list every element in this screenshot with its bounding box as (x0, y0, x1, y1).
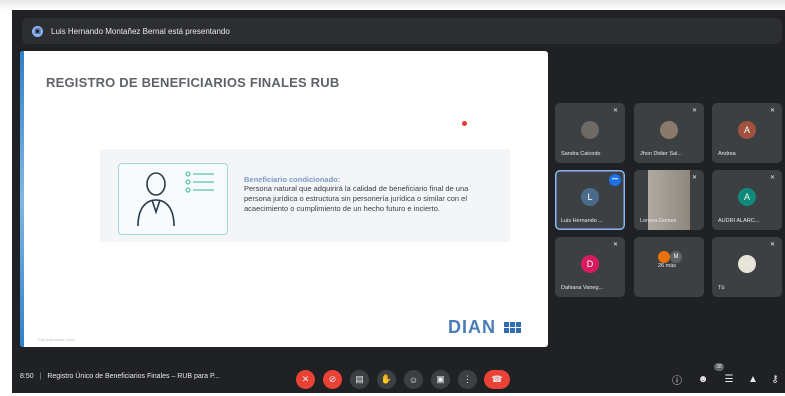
slide-footer: Sub Impuestos Guía (38, 337, 75, 342)
definition-text: Persona natural que adquirirá la calidad… (244, 184, 469, 213)
avatar: A (738, 121, 756, 139)
participant-tile-active[interactable]: ••• L Luis Hernando ... (555, 170, 625, 230)
hand-icon: ✋ (380, 374, 393, 384)
presenter-text: Luis Hernando Montañez Bernal está prese… (51, 26, 230, 36)
people-button[interactable]: ☻ (696, 372, 710, 386)
participant-name: Sandra Caicedo (561, 151, 601, 157)
captions-icon: ▤ (355, 374, 364, 384)
chat-icon: ☰ (724, 373, 734, 385)
more-options-button[interactable]: ⋮ (458, 370, 477, 389)
activities-button[interactable]: ▲ (746, 372, 760, 386)
avatar (660, 121, 678, 139)
avatar: A (738, 188, 756, 206)
meet-window: ▣ Luis Hernando Montañez Bernal está pre… (12, 10, 785, 393)
presenter-banner: ▣ Luis Hernando Montañez Bernal está pre… (22, 18, 782, 44)
lock-icon: ⚷ (771, 373, 779, 385)
dian-logo-text: DIAN (448, 317, 496, 337)
camera-toggle-button[interactable]: ⊘ (323, 370, 342, 389)
window-edge (0, 0, 785, 10)
present-screen-icon: ▣ (32, 25, 43, 37)
meeting-details-button[interactable]: ⓘ (670, 372, 684, 387)
dian-logo: DIAN (448, 317, 521, 338)
mic-off-icon: ✕ (770, 175, 776, 181)
slide-title: REGISTRO DE BENEFICIARIOS FINALES RUB (46, 75, 340, 90)
dian-logo-mark (504, 322, 521, 333)
more-vert-icon: ⋮ (463, 374, 472, 384)
participant-tile[interactable]: ✕ D Dahiana Vaneg... (555, 237, 625, 297)
participant-count-badge: 38 (714, 363, 724, 371)
participant-name: Tú (718, 285, 725, 291)
participant-name: Dahiana Vaneg... (561, 285, 604, 291)
others-count: 26 más (658, 263, 677, 269)
mic-off-icon: ✕ (770, 242, 776, 248)
participant-tile[interactable]: ✕ Sandra Caicedo (555, 103, 625, 163)
mic-toggle-button[interactable]: ✕ (296, 370, 315, 389)
camera-off-icon: ⊘ (328, 374, 337, 384)
participant-name: AUDRI ALARC... (718, 218, 760, 224)
participant-name: Jhon Didier Sal... (640, 151, 682, 157)
avatar (738, 255, 756, 273)
avatar (658, 251, 670, 263)
emoji-icon: ☺ (408, 374, 419, 385)
reactions-button[interactable]: ☺ (404, 370, 423, 389)
person-profile-icon (137, 171, 214, 227)
participant-name: Lorena Gomez (640, 218, 677, 224)
mic-off-icon: ✕ (770, 108, 776, 114)
self-tile[interactable]: ✕ Tú (712, 237, 782, 297)
more-options-icon[interactable]: ••• (609, 174, 621, 186)
raise-hand-button[interactable]: ✋ (377, 370, 396, 389)
mic-off-icon: ✕ (613, 242, 619, 248)
host-controls-button[interactable]: ⚷ (768, 372, 782, 386)
presentation-slide: REGISTRO DE BENEFICIARIOS FINALES RUB Be… (20, 51, 548, 347)
mic-off-icon: ✕ (692, 175, 698, 181)
laser-pointer (462, 121, 467, 126)
avatar: D (581, 255, 599, 273)
definition-title: Beneficiario condicionado: (244, 175, 341, 184)
participant-tile[interactable]: ✕ Jhon Didier Sal... (634, 103, 704, 163)
participant-tile[interactable]: ✕ A AUDRI ALARC... (712, 170, 782, 230)
slide-accent-bar (20, 51, 24, 347)
participant-name: Andrea (718, 151, 736, 157)
meeting-title: Registro Único de Beneficiarios Finales … (47, 373, 220, 380)
info-icon: ⓘ (672, 375, 682, 387)
participant-tile[interactable]: ✕ A Andrea (712, 103, 782, 163)
present-button[interactable]: ▣ (431, 370, 450, 389)
avatar: L (581, 188, 599, 206)
people-icon: ☻ (697, 373, 709, 385)
present-icon: ▣ (436, 374, 445, 384)
chat-button[interactable]: ☰ (722, 372, 736, 386)
mic-off-icon: ✕ (301, 374, 310, 384)
hangup-icon: ☎ (491, 374, 503, 384)
avatar (581, 121, 599, 139)
avatar: M (670, 251, 682, 263)
participant-name: Luis Hernando ... (561, 218, 603, 224)
participant-tile-video[interactable]: ✕ Lorena Gomez (634, 170, 704, 230)
mic-off-icon: ✕ (692, 108, 698, 114)
bottom-toolbar: 8:50 | Registro Único de Beneficiarios F… (12, 360, 785, 393)
clock: 8:50 (20, 373, 34, 380)
others-tile[interactable]: M 26 más (634, 237, 704, 297)
meeting-info: 8:50 | Registro Único de Beneficiarios F… (20, 373, 220, 380)
mic-off-icon: ✕ (613, 108, 619, 114)
captions-button[interactable]: ▤ (350, 370, 369, 389)
leave-call-button[interactable]: ☎ (484, 370, 510, 389)
activities-icon: ▲ (748, 373, 758, 385)
